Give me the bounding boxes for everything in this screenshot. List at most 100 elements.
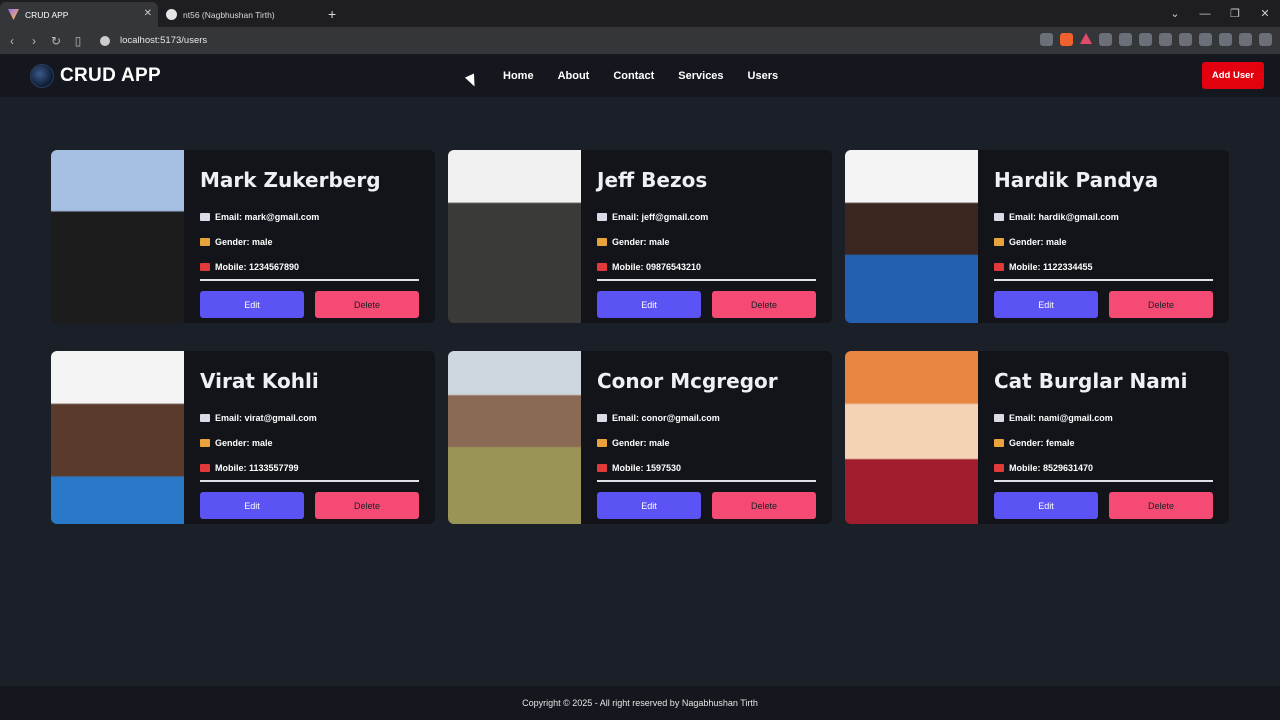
sidebar-icon[interactable] (1179, 33, 1192, 46)
maximize-icon[interactable]: ❐ (1220, 7, 1250, 20)
user-name: Hardik Pandya (994, 168, 1159, 192)
user-photo (51, 150, 184, 323)
site-info-icon[interactable] (100, 35, 110, 46)
delete-button[interactable]: Delete (712, 291, 816, 318)
user-card: Virat Kohli Email: virat@gmail.com Gende… (51, 351, 435, 524)
crown-icon (994, 237, 1004, 246)
nav-about[interactable]: About (558, 70, 590, 82)
app-header: CRUD APP Home About Contact Services Use… (0, 54, 1280, 97)
nav-users[interactable]: Users (748, 70, 779, 82)
delete-button[interactable]: Delete (712, 492, 816, 519)
reload-icon[interactable]: ↻ (46, 34, 66, 48)
menu-icon[interactable] (1259, 33, 1272, 46)
tab-github[interactable]: nt56 (Nagbhushan Tirth) (158, 2, 316, 27)
delete-button[interactable]: Delete (315, 291, 419, 318)
crown-icon (597, 438, 607, 447)
user-photo (448, 351, 581, 524)
extensions-puzzle-icon[interactable] (1159, 33, 1172, 46)
user-email: Email: jeff@gmail.com (612, 211, 709, 222)
divider (200, 480, 419, 482)
nav-services[interactable]: Services (678, 70, 723, 82)
wallet-icon[interactable] (1199, 33, 1212, 46)
tab-crud-app[interactable]: CRUD APP ✕ (0, 2, 158, 27)
user-mobile: Mobile: 8529631470 (1009, 462, 1094, 473)
phone-icon (597, 262, 607, 271)
crown-icon (994, 438, 1004, 447)
user-gender: Gender: male (215, 437, 273, 448)
delete-button[interactable]: Delete (1109, 492, 1213, 519)
crown-icon (597, 237, 607, 246)
nav-home[interactable]: Home (503, 70, 534, 82)
edit-button[interactable]: Edit (597, 492, 701, 519)
user-card: Cat Burglar Nami Email: nami@gmail.com G… (845, 351, 1229, 524)
user-card: Hardik Pandya Email: hardik@gmail.com Ge… (845, 150, 1229, 323)
envelope-icon (200, 212, 210, 221)
brave-shields-icon[interactable] (1060, 33, 1073, 46)
user-gender: Gender: male (612, 236, 670, 247)
back-icon[interactable]: ‹ (2, 34, 22, 48)
user-email: Email: hardik@gmail.com (1009, 211, 1119, 222)
user-mobile: Mobile: 1597530 (612, 462, 682, 473)
user-gender: Gender: male (215, 236, 273, 247)
delete-button[interactable]: Delete (315, 492, 419, 519)
logo-text: CRUD APP (60, 65, 161, 86)
crown-icon (200, 237, 210, 246)
divider (597, 279, 816, 281)
user-name: Jeff Bezos (597, 168, 708, 192)
user-email: Email: mark@gmail.com (215, 211, 320, 222)
delete-button[interactable]: Delete (1109, 291, 1213, 318)
new-tab-button[interactable]: + (322, 2, 342, 27)
nav-contact[interactable]: Contact (613, 70, 654, 82)
forward-icon[interactable]: › (24, 34, 44, 48)
extension-icon[interactable] (1099, 33, 1112, 46)
leo-ai-icon[interactable] (1219, 33, 1232, 46)
envelope-icon (597, 212, 607, 221)
user-email: Email: conor@gmail.com (612, 412, 720, 423)
app-logo[interactable]: CRUD APP (30, 64, 161, 88)
add-user-button[interactable]: Add User (1202, 62, 1264, 89)
tab-title: nt56 (Nagbhushan Tirth) (183, 9, 275, 20)
tab-search-icon[interactable]: ⌄ (1160, 7, 1190, 20)
phone-icon (200, 262, 210, 271)
phone-icon (200, 463, 210, 472)
minimize-icon[interactable]: — (1190, 8, 1220, 20)
extension-icon[interactable] (1119, 33, 1132, 46)
url-text: localhost:5173/users (120, 35, 208, 46)
address-bar: ‹ › ↻ ▯ localhost:5173/users (0, 27, 1280, 54)
user-mobile: Mobile: 1133557799 (215, 462, 299, 473)
user-mobile: Mobile: 1234567890 (215, 261, 300, 272)
edit-button[interactable]: Edit (597, 291, 701, 318)
user-mobile: Mobile: 09876543210 (612, 261, 702, 272)
vite-favicon-icon (8, 9, 19, 20)
browser-tab-bar: CRUD APP ✕ nt56 (Nagbhushan Tirth) + ⌄ —… (0, 0, 1280, 27)
user-name: Conor Mcgregor (597, 369, 778, 393)
main-nav: Home About Contact Services Users (503, 70, 802, 82)
logo-icon (30, 64, 54, 88)
close-window-icon[interactable]: ✕ (1250, 7, 1280, 20)
user-card: Conor Mcgregor Email: conor@gmail.com Ge… (448, 351, 832, 524)
user-gender: Gender: female (1009, 437, 1075, 448)
user-gender: Gender: male (612, 437, 670, 448)
envelope-icon (994, 413, 1004, 422)
user-gender: Gender: male (1009, 236, 1067, 247)
share-icon[interactable] (1040, 33, 1053, 46)
url-field[interactable]: localhost:5173/users (96, 31, 1016, 51)
edit-button[interactable]: Edit (200, 492, 304, 519)
edit-button[interactable]: Edit (994, 492, 1098, 519)
extension-icon[interactable] (1139, 33, 1152, 46)
divider (994, 480, 1213, 482)
user-card: Mark Zukerberg Email: mark@gmail.com Gen… (51, 150, 435, 323)
vpn-icon[interactable] (1239, 33, 1252, 46)
close-tab-icon[interactable]: ✕ (144, 8, 152, 19)
tab-title: CRUD APP (25, 9, 69, 20)
user-email: Email: virat@gmail.com (215, 412, 317, 423)
edit-button[interactable]: Edit (994, 291, 1098, 318)
edit-button[interactable]: Edit (200, 291, 304, 318)
user-photo (448, 150, 581, 323)
copyright-text: Copyright © 2025 - All right reserved by… (522, 698, 758, 708)
github-favicon-icon (166, 9, 177, 20)
phone-icon (994, 262, 1004, 271)
brave-rewards-icon[interactable] (1080, 33, 1092, 44)
bookmark-icon[interactable]: ▯ (68, 34, 88, 48)
envelope-icon (994, 212, 1004, 221)
